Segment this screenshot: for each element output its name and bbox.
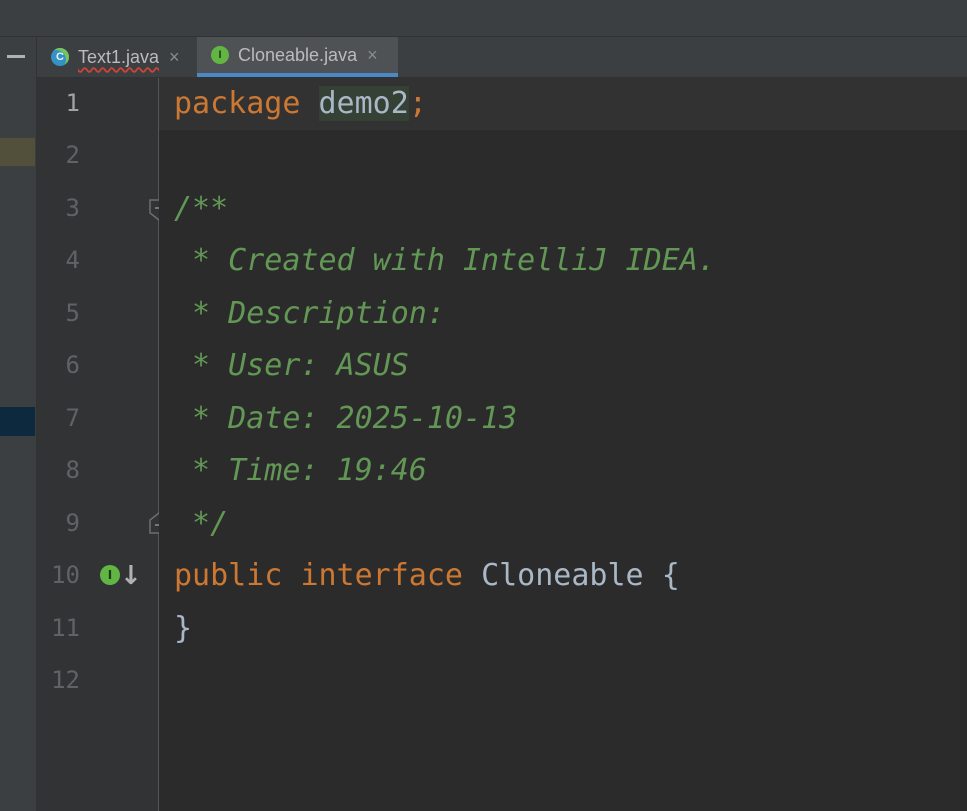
line-number: 3 [65,194,80,222]
tab-text1-java[interactable]: C Text1.java × [37,37,197,77]
line-number: 12 [51,666,80,694]
class-icon: C [51,48,69,66]
line-number: 9 [65,509,80,537]
interface-icon: I [211,46,229,64]
tool-window-strip [0,37,37,811]
code-line-11: } [174,611,193,646]
line-number: 8 [65,456,80,484]
code-line-4: * Created with IntelliJ IDEA. [174,243,716,278]
code-line-7: * Date: 2025-10-13 [174,401,518,436]
editor-tab-bar: C Text1.java × I Cloneable.java × [37,37,967,78]
line-number: 5 [65,299,80,327]
close-icon[interactable]: × [367,45,378,66]
package-name: demo2 [318,86,409,121]
title-bar [0,0,967,37]
close-icon[interactable]: × [169,47,180,68]
code-line-1: package demo2; [174,78,427,130]
keyword: package [174,86,301,121]
line-number: 10 [51,561,80,589]
line-number: 6 [65,351,80,379]
code-editor[interactable]: package demo2; /** * Created with Intell… [159,78,967,811]
line-number: 2 [65,141,80,169]
keyword-interface: interface [300,558,463,593]
open-brace: { [661,558,680,593]
code-line-9: */ [174,506,229,541]
line-number: 4 [65,246,80,274]
code-line-10: public interface Cloneable { [174,550,680,602]
line-number: 1 [65,89,80,117]
scroll-marker [0,138,35,166]
minimize-icon[interactable] [7,55,25,58]
tab-label: Cloneable.java [238,44,358,65]
implementations-arrow-icon[interactable]: ↓ [120,561,142,591]
code-line-3: /** [174,191,229,226]
keyword-public: public [174,558,283,593]
code-line-8: * Time: 19:46 [174,453,427,488]
interface-name: Cloneable [481,558,644,593]
tab-cloneable-java[interactable]: I Cloneable.java × [197,37,398,77]
code-line-6: * User: ASUS [174,348,409,383]
code-line-5: * Description: [174,296,445,331]
implemented-interface-icon[interactable]: I [100,565,120,585]
line-number: 7 [65,404,80,432]
line-number: 11 [51,614,80,642]
tab-label: Text1.java [78,46,160,67]
semicolon: ; [408,86,427,121]
scroll-marker-selected [0,407,35,436]
editor-gutter[interactable]: 1 2 3 4 5 6 7 8 9 10 11 12 I ↓ [37,78,169,811]
